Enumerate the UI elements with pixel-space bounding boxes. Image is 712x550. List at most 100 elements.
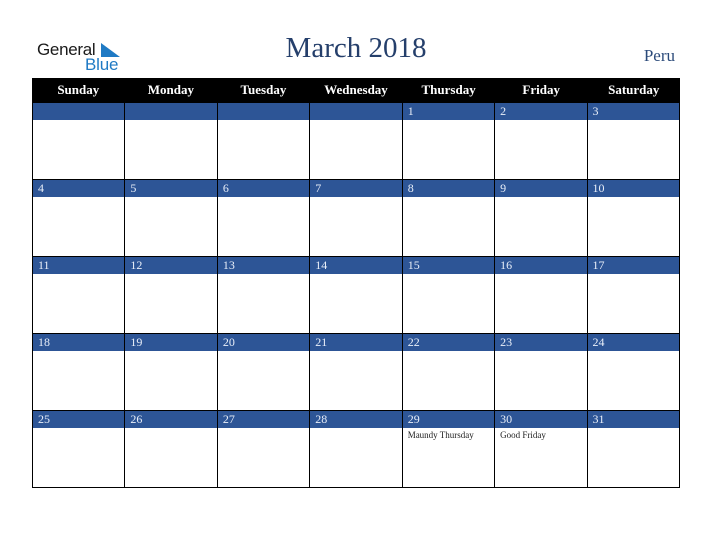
day-cell[interactable]: 24 — [587, 333, 680, 410]
day-number — [125, 102, 217, 120]
weekday-header: Tuesday — [240, 82, 287, 97]
day-cell[interactable]: 13 — [217, 256, 311, 333]
holiday-label — [495, 274, 586, 276]
day-number: 29 — [402, 410, 495, 428]
day-number: 23 — [495, 333, 587, 351]
day-number: 31 — [587, 410, 679, 428]
day-cell[interactable]: 16 — [495, 256, 588, 333]
day-cell[interactable]: 4 — [33, 179, 126, 256]
holiday-label — [588, 197, 679, 199]
day-number: 17 — [587, 256, 679, 274]
holiday-label — [588, 274, 679, 276]
day-cell[interactable]: 26 — [125, 410, 218, 487]
holiday-label — [310, 197, 401, 199]
holiday-label — [33, 428, 124, 430]
day-cell[interactable]: 21 — [310, 333, 403, 410]
holiday-label — [310, 274, 401, 276]
day-number: 15 — [402, 256, 495, 274]
day-cell[interactable]: 12 — [125, 256, 218, 333]
holiday-label — [218, 120, 309, 122]
day-number: 8 — [402, 179, 495, 197]
day-cell[interactable]: 11 — [33, 256, 126, 333]
holiday-label — [218, 428, 309, 430]
day-number: 9 — [495, 179, 587, 197]
week-row: 4 5 6 7 8 9 10 — [32, 179, 680, 256]
holiday-label — [125, 351, 216, 353]
day-cell[interactable]: 1 — [402, 102, 496, 179]
calendar-title: March 2018 — [285, 32, 427, 64]
country-label: Peru — [643, 46, 675, 65]
day-cell[interactable]: 3 — [587, 102, 680, 179]
day-cell[interactable] — [310, 102, 403, 179]
day-cell[interactable]: 30 Good Friday — [495, 410, 588, 487]
day-cell[interactable]: 7 — [310, 179, 403, 256]
day-number: 25 — [33, 410, 125, 428]
day-number: 6 — [217, 179, 310, 197]
day-cell[interactable]: 8 — [402, 179, 496, 256]
day-number: 18 — [33, 333, 125, 351]
day-number: 26 — [125, 410, 217, 428]
day-number: 4 — [33, 179, 125, 197]
holiday-label — [218, 351, 309, 353]
day-number: 1 — [402, 102, 495, 120]
calendar-grid: Sunday Monday Tuesday Wednesday Thursday… — [32, 78, 680, 488]
weekday-header: Friday — [522, 82, 560, 97]
day-number: 2 — [495, 102, 587, 120]
week-row: 11 12 13 14 15 16 17 — [32, 256, 680, 333]
holiday-label — [125, 274, 216, 276]
day-cell[interactable]: 28 — [310, 410, 403, 487]
day-number: 12 — [125, 256, 217, 274]
day-cell[interactable]: 20 — [217, 333, 311, 410]
holiday-label — [495, 351, 586, 353]
day-cell[interactable]: 25 — [33, 410, 126, 487]
holiday-label — [495, 197, 586, 199]
day-number: 14 — [310, 256, 402, 274]
day-cell[interactable] — [33, 102, 126, 179]
day-cell[interactable]: 9 — [495, 179, 588, 256]
holiday-label — [310, 120, 401, 122]
day-cell[interactable]: 31 — [587, 410, 680, 487]
day-cell[interactable]: 10 — [587, 179, 680, 256]
day-cell[interactable]: 29 Maundy Thursday — [402, 410, 496, 487]
day-number: 11 — [33, 256, 125, 274]
weekday-header: Wednesday — [324, 82, 388, 97]
day-cell[interactable]: 18 — [33, 333, 126, 410]
holiday-label — [33, 197, 124, 199]
holiday-label — [218, 274, 309, 276]
day-cell[interactable]: 22 — [402, 333, 496, 410]
day-cell[interactable] — [217, 102, 311, 179]
holiday-label — [33, 351, 124, 353]
holiday-label — [403, 197, 494, 199]
holiday-label — [310, 428, 401, 430]
holiday-label — [218, 197, 309, 199]
day-cell[interactable]: 2 — [495, 102, 588, 179]
week-row: 25 26 27 28 29 Maundy Thursday 30 Good Friday 31 — [32, 410, 680, 488]
holiday-label — [33, 120, 124, 122]
day-number: 19 — [125, 333, 217, 351]
holiday-label: Maundy Thursday — [407, 430, 474, 440]
day-cell[interactable]: 5 — [125, 179, 218, 256]
day-number — [33, 102, 125, 120]
day-number: 7 — [310, 179, 402, 197]
day-cell[interactable]: 17 — [587, 256, 680, 333]
day-number: 13 — [217, 256, 310, 274]
day-cell[interactable] — [125, 102, 218, 179]
week-row: 123 — [32, 102, 680, 179]
day-cell[interactable]: 6 — [217, 179, 311, 256]
day-number: 21 — [310, 333, 402, 351]
week-row: 18 19 20 21 22 23 24 — [32, 333, 680, 410]
holiday-label — [403, 120, 494, 122]
holiday-label — [125, 428, 216, 430]
holiday-label — [588, 351, 679, 353]
day-cell[interactable]: 27 — [217, 410, 311, 487]
weekday-header-row: Sunday Monday Tuesday Wednesday Thursday… — [32, 78, 680, 102]
day-cell[interactable]: 19 — [125, 333, 218, 410]
holiday-label — [588, 428, 679, 430]
day-number: 16 — [495, 256, 587, 274]
holiday-label — [125, 120, 216, 122]
day-cell[interactable]: 15 — [402, 256, 496, 333]
holiday-label — [403, 351, 494, 353]
day-cell[interactable]: 14 — [310, 256, 403, 333]
holiday-label — [310, 351, 401, 353]
day-cell[interactable]: 23 — [495, 333, 588, 410]
